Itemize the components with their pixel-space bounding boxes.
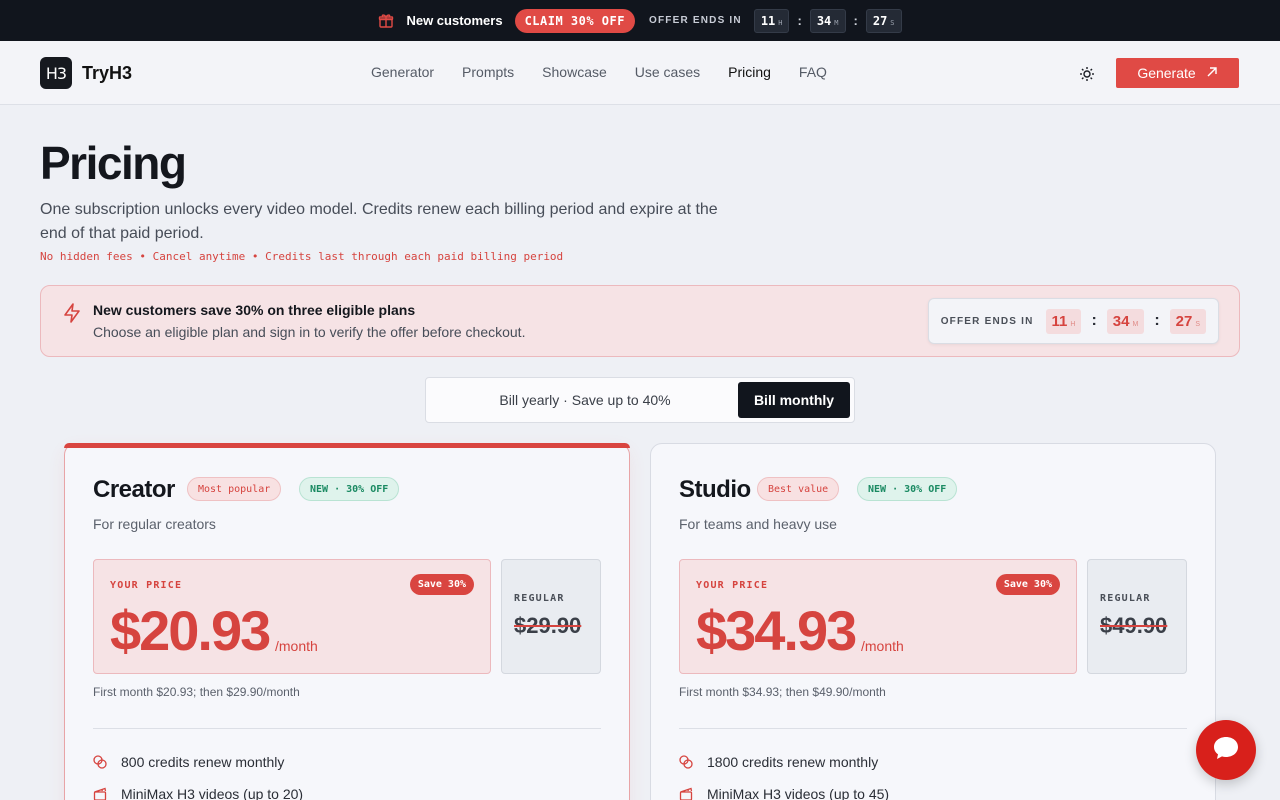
- nav-link-generator[interactable]: Generator: [371, 64, 434, 80]
- price-fine-print: First month $34.93; then $49.90/month: [679, 685, 886, 699]
- top-nav: H3 TryH3 Generator Prompts Showcase Use …: [0, 41, 1280, 105]
- bill-monthly-option[interactable]: Bill monthly: [738, 382, 850, 418]
- offer-title: New customers save 30% on three eligible…: [93, 302, 416, 318]
- promo-offer-ends-label: OFFER ENDS IN: [648, 15, 742, 26]
- brand-name: TryH3: [82, 62, 133, 83]
- arrow-up-right-icon: [1206, 65, 1218, 81]
- price-period: /month: [861, 638, 904, 654]
- new-discount-badge: NEW · 30% OFF: [299, 477, 400, 501]
- promo-label: New customers: [406, 13, 503, 28]
- promo-hours: 11 H: [753, 8, 790, 33]
- generate-label: Generate: [1137, 65, 1196, 81]
- gift-icon: [378, 13, 394, 29]
- save-badge: Save 30%: [409, 574, 474, 595]
- offer-minutes: 34 M: [1106, 308, 1145, 334]
- nav-links: Generator Prompts Showcase Use cases Pri…: [371, 64, 827, 80]
- chat-button[interactable]: [1196, 720, 1256, 780]
- bill-yearly-option[interactable]: Bill yearly · Save up to 40%: [426, 378, 744, 422]
- your-price-label: YOUR PRICE: [696, 580, 769, 591]
- regular-label: REGULAR: [1100, 593, 1151, 604]
- divider: [93, 728, 601, 729]
- coins-icon: [93, 755, 107, 769]
- feature-item: MiniMax H3 videos (up to 45): [679, 786, 889, 800]
- offer-ends-label: OFFER ENDS IN: [940, 315, 1034, 327]
- plan-name: Studio: [679, 476, 751, 503]
- nav-link-showcase[interactable]: Showcase: [542, 64, 607, 80]
- your-price-box: YOUR PRICE Save 30% $20.93 /month: [93, 559, 491, 674]
- nav-link-faq[interactable]: FAQ: [799, 64, 827, 80]
- new-discount-badge: NEW · 30% OFF: [857, 477, 958, 501]
- page-note: No hidden fees • Cancel anytime • Credit…: [40, 250, 564, 263]
- offer-countdown: OFFER ENDS IN 11 H : 34 M : 27 S: [927, 298, 1219, 344]
- claim-offer-button[interactable]: CLAIM 30% OFF: [514, 8, 635, 33]
- logo-mark: H3: [40, 57, 72, 89]
- offer-hours: 11 H: [1045, 308, 1082, 334]
- price-period: /month: [275, 638, 318, 654]
- regular-price: $49.90: [1100, 613, 1168, 638]
- promo-minutes: 34 M: [809, 8, 846, 33]
- plan-card-studio: Studio Best value NEW · 30% OFF For team…: [650, 443, 1216, 800]
- offer-body: Choose an eligible plan and sign in to v…: [93, 324, 526, 340]
- regular-label: REGULAR: [514, 593, 565, 604]
- feature-item: 800 credits renew monthly: [93, 754, 284, 770]
- billing-toggle: Bill yearly · Save up to 40% Bill monthl…: [425, 377, 855, 423]
- plan-name: Creator: [93, 476, 175, 503]
- promo-bar: New customers CLAIM 30% OFF OFFER ENDS I…: [0, 0, 1280, 41]
- sun-icon[interactable]: [1078, 65, 1096, 83]
- offer-banner: New customers save 30% on three eligible…: [40, 285, 1240, 357]
- clapperboard-icon: [93, 787, 107, 800]
- regular-price-box: REGULAR $29.90: [501, 559, 601, 674]
- page-title: Pricing: [40, 137, 187, 189]
- brand-logo[interactable]: H3 TryH3: [40, 57, 132, 89]
- plan-price: $20.93: [110, 599, 271, 662]
- promo-seconds: 27 S: [865, 8, 902, 33]
- promo-countdown: 11 H : 34 M : 27 S: [753, 8, 902, 33]
- generate-button[interactable]: Generate: [1116, 58, 1239, 88]
- nav-link-pricing[interactable]: Pricing: [728, 64, 771, 80]
- plan-price: $34.93: [696, 599, 857, 662]
- plan-badge: Most popular: [187, 477, 282, 501]
- plan-description: For regular creators: [93, 516, 216, 532]
- plan-description: For teams and heavy use: [679, 516, 837, 532]
- coins-icon: [679, 755, 693, 769]
- feature-item: MiniMax H3 videos (up to 20): [93, 786, 303, 800]
- save-badge: Save 30%: [995, 574, 1060, 595]
- nav-link-prompts[interactable]: Prompts: [462, 64, 514, 80]
- clapperboard-icon: [679, 787, 693, 800]
- bolt-icon: [61, 302, 83, 324]
- regular-price: $29.90: [514, 613, 582, 638]
- offer-seconds: 27 S: [1169, 308, 1206, 334]
- plan-badge: Best value: [757, 477, 840, 501]
- nav-link-use-cases[interactable]: Use cases: [635, 64, 700, 80]
- chat-icon: [1211, 733, 1241, 768]
- your-price-box: YOUR PRICE Save 30% $34.93 /month: [679, 559, 1077, 674]
- price-fine-print: First month $20.93; then $29.90/month: [93, 685, 300, 699]
- regular-price-box: REGULAR $49.90: [1087, 559, 1187, 674]
- your-price-label: YOUR PRICE: [110, 580, 183, 591]
- page-subtitle: One subscription unlocks every video mod…: [40, 201, 718, 242]
- divider: [679, 728, 1187, 729]
- feature-item: 1800 credits renew monthly: [679, 754, 878, 770]
- plan-card-creator: Creator Most popular NEW · 30% OFF For r…: [64, 443, 630, 800]
